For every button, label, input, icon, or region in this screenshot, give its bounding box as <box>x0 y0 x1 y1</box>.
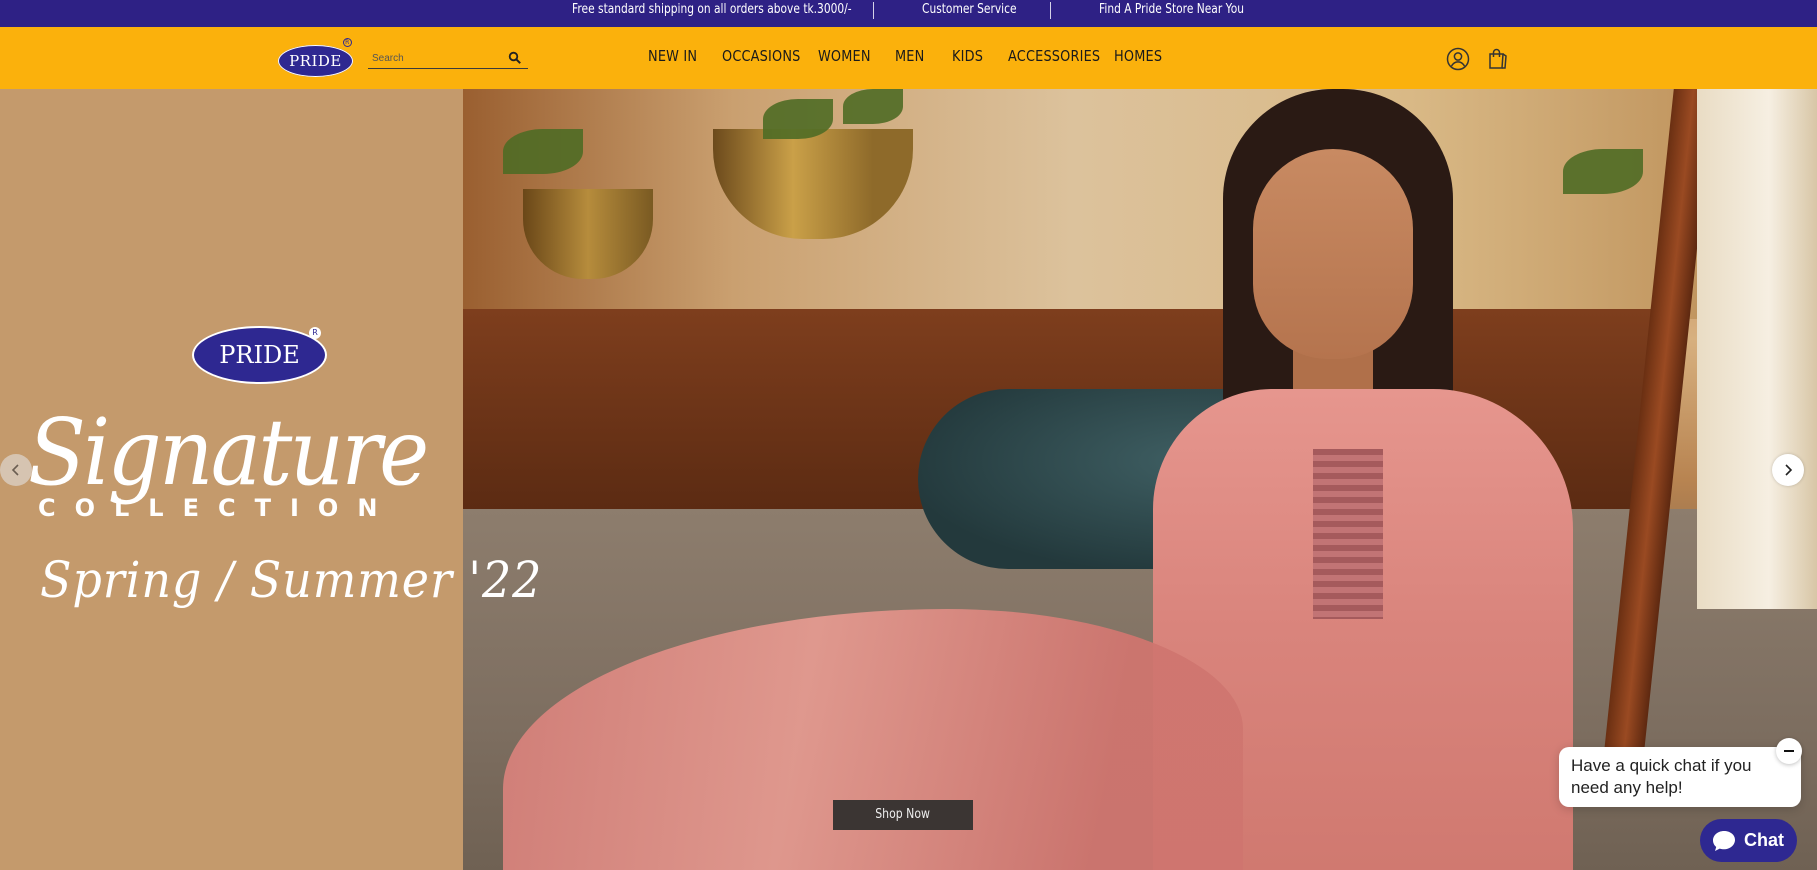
carousel-prev-button[interactable] <box>0 454 32 486</box>
chevron-right-icon <box>1785 464 1793 476</box>
nav-new-in[interactable]: NEW IN <box>648 47 697 65</box>
chat-bubble-icon <box>1713 830 1735 851</box>
hero-title: Signature <box>28 399 429 506</box>
search-icon[interactable] <box>508 51 522 65</box>
nav-occasions[interactable]: OCCASIONS <box>722 47 801 65</box>
hero-carousel: PRIDE R Signature COLLECTION Spring / Su… <box>0 89 1817 870</box>
plant-leaf <box>1563 149 1643 194</box>
shop-now-button[interactable]: Shop Now <box>833 800 973 830</box>
model-face <box>1253 149 1413 359</box>
divider <box>873 2 874 19</box>
shipping-message: Free standard shipping on all orders abo… <box>572 2 852 17</box>
search-input[interactable] <box>372 49 502 67</box>
background-wall <box>463 89 1817 319</box>
chat-minimize-button[interactable] <box>1776 738 1802 764</box>
search-box <box>368 47 528 69</box>
shop-now-label: Shop Now <box>875 807 931 822</box>
shopping-bag-icon[interactable] <box>1486 47 1510 71</box>
nav-women[interactable]: WOMEN <box>818 47 871 65</box>
signature-logo-text: PRIDE <box>219 341 300 369</box>
nav-accessories[interactable]: ACCESSORIES <box>1008 47 1100 65</box>
chat-button-label: Chat <box>1744 830 1784 850</box>
pride-logo[interactable]: PRIDE R <box>278 38 353 77</box>
chevron-left-icon <box>11 464 19 476</box>
signature-pride-logo: PRIDE R <box>194 327 325 382</box>
hero-season: Spring / Summer '22 <box>40 551 543 609</box>
plant-leaf <box>763 99 833 139</box>
minus-icon <box>1784 750 1794 752</box>
registered-mark: R <box>343 38 352 47</box>
store-finder-link[interactable]: Find A Pride Store Near You <box>1099 0 1244 27</box>
plant-leaf <box>503 129 583 174</box>
nav-homes[interactable]: HOMES <box>1114 47 1162 65</box>
user-icon[interactable] <box>1446 47 1470 71</box>
chat-launcher-button[interactable]: Chat <box>1700 819 1797 862</box>
customer-service-link[interactable]: Customer Service <box>922 0 1017 27</box>
nav-men[interactable]: MEN <box>895 47 924 65</box>
registered-mark: R <box>309 327 321 339</box>
plant-leaf <box>843 89 903 124</box>
chat-prompt-text: Have a quick chat if you need any help! <box>1571 756 1752 797</box>
nav-kids[interactable]: KIDS <box>952 47 983 65</box>
curtain <box>1697 89 1817 609</box>
site-header: PRIDE R NEW IN OCCASIONS WOMEN MEN KIDS … <box>0 27 1817 89</box>
divider <box>1050 2 1051 19</box>
hero-subtitle: COLLECTION <box>38 494 397 522</box>
chat-prompt-bubble[interactable]: Have a quick chat if you need any help! <box>1559 747 1801 807</box>
announcement-bar: Free standard shipping on all orders abo… <box>0 0 1817 27</box>
carousel-next-button[interactable] <box>1772 454 1804 486</box>
kurta-embroidery <box>1313 449 1383 619</box>
logo-text: PRIDE <box>289 52 342 70</box>
